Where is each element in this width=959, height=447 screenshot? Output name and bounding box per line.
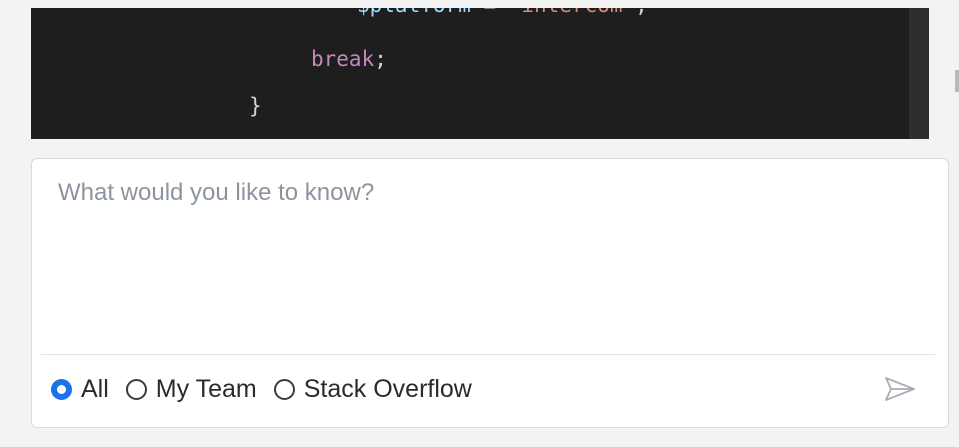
scope-option-stack-overflow[interactable]: Stack Overflow [273,374,472,404]
divider [41,354,935,355]
chat-panel: $platform = 'intercom'; break; } All My … [0,0,959,447]
radio-unchecked-icon[interactable] [125,378,147,400]
prompt-box: All My Team Stack Overflow [31,158,949,428]
code-token-punctuation: } [249,94,262,118]
prompt-input[interactable] [42,171,932,351]
code-token-keyword: break [311,47,375,71]
page-scrollbar-thumb[interactable] [955,70,959,92]
code-line: $platform = 'intercom'; [357,8,648,18]
code-line: break; [311,46,387,72]
send-button[interactable] [882,373,918,405]
scope-option-label: Stack Overflow [303,374,472,403]
scope-radio-group: All My Team Stack Overflow [51,371,489,407]
scope-option-label: My Team [155,374,257,403]
code-token-variable: $platform [357,8,471,17]
radio-checked-icon[interactable] [51,378,72,400]
scope-option-all[interactable]: All [51,375,109,404]
code-token-operator: = [471,8,509,17]
code-token-punctuation: ; [374,47,387,71]
scope-option-my-team[interactable]: My Team [125,374,257,404]
code-block: $platform = 'intercom'; break; } [31,8,929,139]
code-line: } [249,93,262,119]
radio-unchecked-icon[interactable] [273,378,295,400]
send-icon [885,377,915,401]
code-token-punctuation: ; [635,8,648,17]
code-token-string: 'intercom' [509,8,635,17]
code-scrollbar[interactable] [909,8,929,139]
scope-option-label: All [81,374,109,403]
